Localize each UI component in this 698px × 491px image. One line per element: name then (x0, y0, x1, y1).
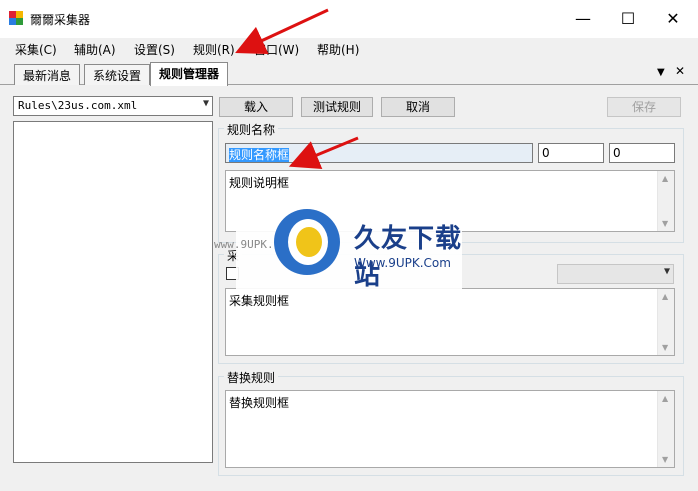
load-button[interactable]: 载入 (219, 97, 293, 117)
rule-name-value: 规则名称框 (229, 148, 290, 162)
tab-rule-manager[interactable]: 规则管理器 (150, 62, 229, 86)
collect-option-select[interactable]: ▼ (557, 264, 674, 284)
watermark-title: 久友下载站 (354, 224, 463, 291)
app-icon (9, 11, 23, 25)
replace-rules-text: 替换规则框 (229, 396, 290, 410)
collect-rules-text: 采集规则框 (229, 294, 290, 308)
rule-file-value: Rules\23us.com.xml (18, 99, 138, 112)
tab-latest-news[interactable]: 最新消息 (14, 64, 81, 85)
menu-settings[interactable]: 设置(S) (134, 41, 175, 58)
window-title: 爾爾采集器 (30, 13, 91, 27)
menu-help[interactable]: 帮助(H) (317, 41, 359, 58)
scroll-down-icon: ▼ (662, 455, 669, 464)
tab-close-icon[interactable]: ✕ (675, 64, 685, 78)
collect-scrollbar[interactable]: ▲ ▼ (657, 289, 674, 355)
replace-scrollbar[interactable]: ▲ ▼ (657, 391, 674, 467)
maximize-button[interactable]: ☐ (605, 0, 651, 38)
chevron-down-icon: ▼ (202, 98, 209, 109)
cancel-button[interactable]: 取消 (381, 97, 455, 117)
scroll-up-icon: ▲ (662, 174, 669, 183)
scroll-down-icon: ▼ (662, 219, 669, 228)
rule-file-select[interactable]: Rules\23us.com.xml ▼ (13, 96, 213, 116)
replace-rules-box[interactable]: 替换规则框 ▲ ▼ (225, 390, 675, 468)
rule-field-3[interactable]: 0 (609, 143, 675, 163)
menu-rules[interactable]: 规则(R) (193, 41, 235, 58)
scroll-down-icon: ▼ (662, 343, 669, 352)
rule-field-2[interactable]: 0 (538, 143, 604, 163)
scroll-up-icon: ▲ (662, 292, 669, 301)
description-scrollbar[interactable]: ▲ ▼ (657, 171, 674, 231)
menu-collect[interactable]: 采集(C) (15, 41, 57, 58)
rule-name-input[interactable]: 规则名称框 (225, 143, 533, 163)
collect-rules-box[interactable]: 采集规则框 ▲ ▼ (225, 288, 675, 356)
watermark-emblem-icon (274, 209, 340, 275)
test-rule-button[interactable]: 测试规则 (301, 97, 373, 117)
close-button[interactable]: ✕ (650, 0, 696, 38)
tab-system-settings[interactable]: 系统设置 (84, 64, 151, 85)
menu-assist[interactable]: 辅助(A) (74, 41, 116, 58)
rule-description-text: 规则说明框 (229, 176, 290, 190)
minimize-button[interactable]: — (560, 0, 606, 38)
save-button[interactable]: 保存 (607, 97, 681, 117)
watermark-url: Www.9UPK.Com (354, 256, 451, 270)
rule-name-group-label: 规则名称 (224, 121, 279, 138)
rule-list[interactable] (13, 121, 213, 463)
menu-window[interactable]: 窗口(W) (254, 41, 299, 58)
tab-dropdown-icon[interactable]: ▼ (657, 67, 665, 78)
scroll-up-icon: ▲ (662, 394, 669, 403)
watermark-logo: www.9UPK.com 久友下载站 Www.9UPK.Com (214, 198, 463, 294)
chevron-down-icon: ▼ (663, 266, 670, 277)
replace-group-label: 替换规则 (224, 369, 279, 386)
